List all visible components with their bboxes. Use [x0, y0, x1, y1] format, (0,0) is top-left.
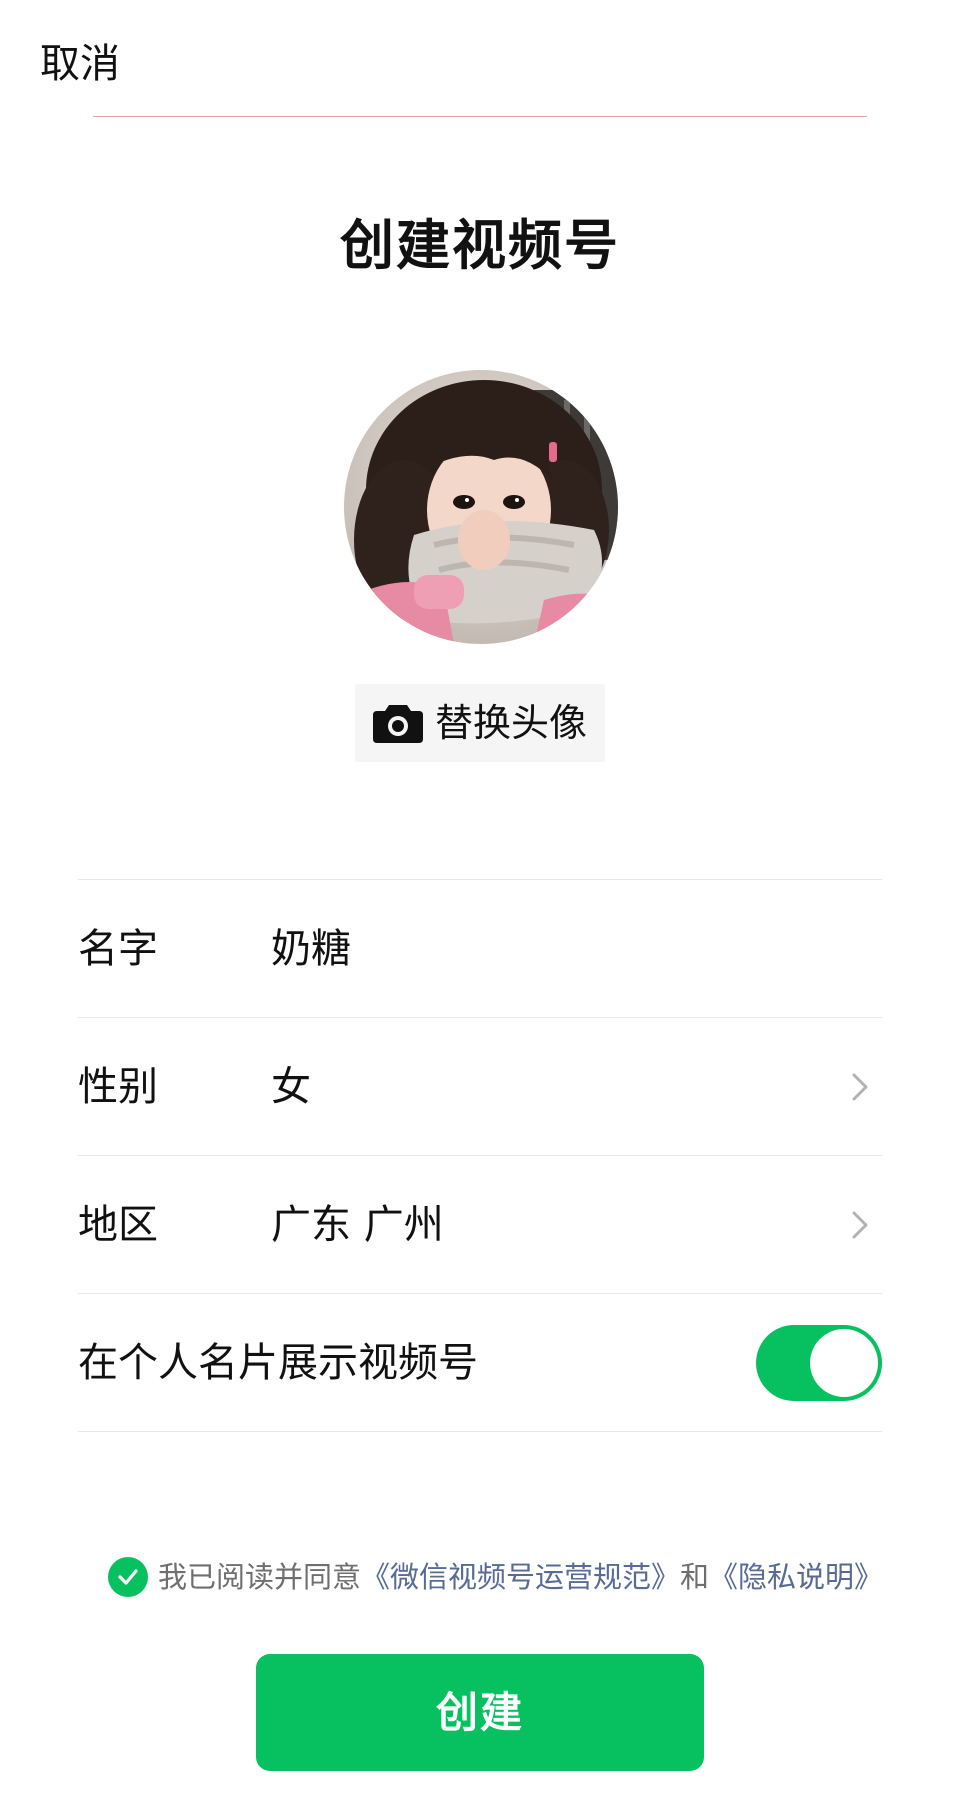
page-title: 创建视频号 — [340, 214, 620, 277]
agreement-checkbox[interactable] — [108, 1557, 148, 1597]
avatar[interactable] — [344, 370, 618, 644]
top-bar: 取消 — [0, 0, 960, 118]
replace-avatar-label: 替换头像 — [434, 701, 587, 745]
show-on-card-toggle[interactable] — [756, 1324, 882, 1401]
name-value[interactable]: 奶糖 — [271, 925, 882, 973]
region-row[interactable]: 地区 广东 广州 — [78, 1155, 882, 1293]
name-row[interactable]: 名字 奶糖 — [78, 879, 882, 1017]
chevron-right-icon — [852, 1073, 868, 1100]
privacy-statement-link[interactable]: 《隐私说明》 — [709, 1557, 883, 1597]
header-divider — [93, 116, 867, 117]
operation-rules-link[interactable]: 《微信视频号运营规范》 — [361, 1557, 680, 1597]
name-label: 名字 — [78, 925, 158, 972]
region-label: 地区 — [78, 1201, 158, 1248]
cancel-button[interactable]: 取消 — [40, 40, 120, 88]
create-button[interactable]: 创建 — [256, 1654, 704, 1771]
chevron-right-icon — [852, 1211, 868, 1238]
gender-value: 女 — [271, 1063, 311, 1110]
toggle-knob — [810, 1328, 878, 1397]
gender-label: 性别 — [78, 1063, 158, 1110]
replace-avatar-button[interactable]: 替换头像 — [355, 684, 605, 762]
checkmark-icon — [118, 1569, 138, 1585]
agreement: 我已阅读并同意 《微信视频号运营规范》和《隐私说明》 — [108, 1555, 883, 1599]
agreement-prefix: 我已阅读并同意 — [158, 1560, 362, 1594]
camera-icon — [372, 705, 423, 743]
show-on-card-row: 在个人名片展示视频号 — [78, 1293, 882, 1432]
gender-row[interactable]: 性别 女 — [78, 1017, 882, 1155]
avatar-image — [344, 370, 618, 644]
region-value: 广东 广州 — [271, 1201, 444, 1248]
agreement-and: 和 — [680, 1560, 710, 1594]
profile-form: 名字 奶糖 性别 女 地区 广东 广州 在个人名片展示视频号 — [78, 879, 882, 1432]
